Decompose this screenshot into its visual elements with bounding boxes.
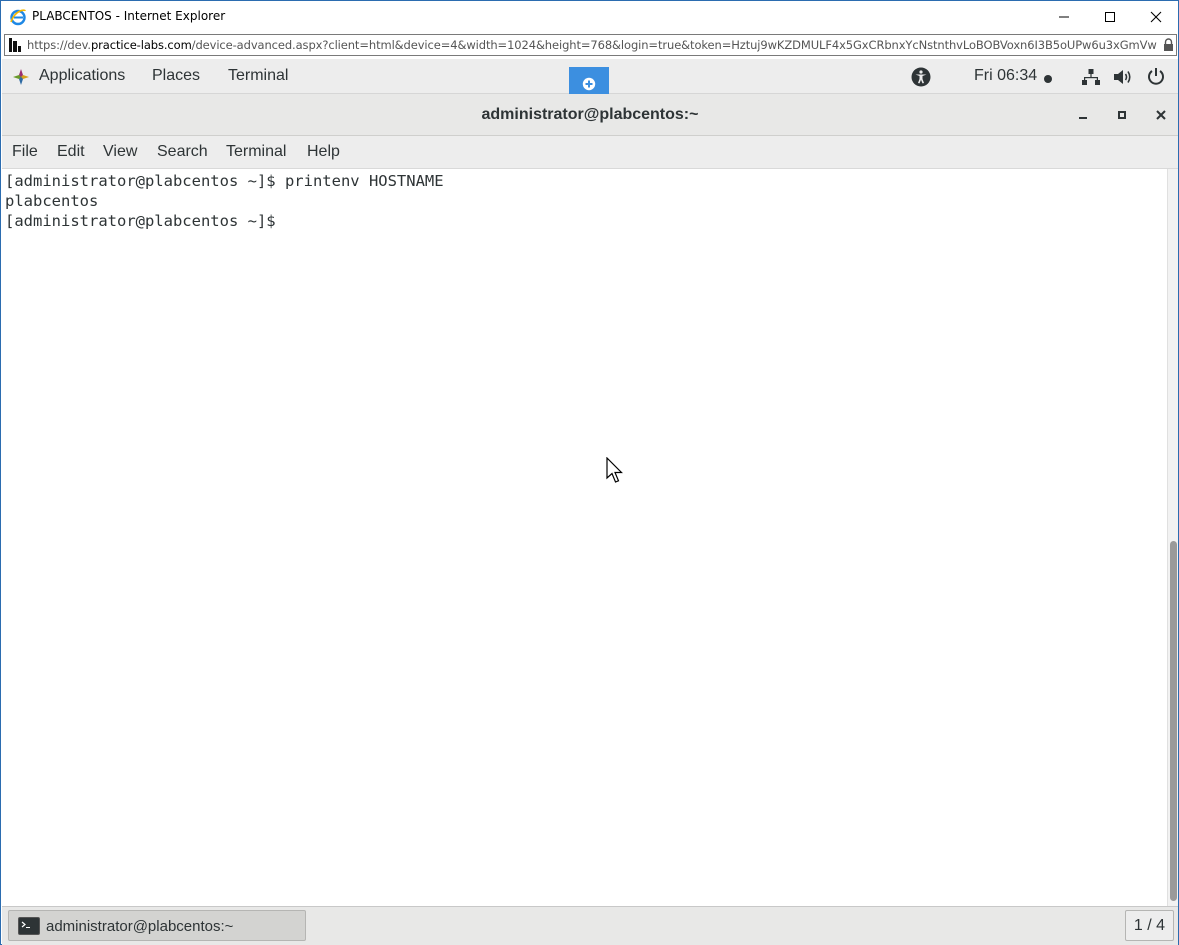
workspace-indicator[interactable]: 1 / 4 [1125,910,1174,941]
terminal-output-area[interactable]: [administrator@plabcentos ~]$ printenv H… [2,169,1167,906]
window-title: PLABCENTOS - Internet Explorer [32,9,226,23]
terminal-menu-bar: File Edit View Search Terminal Help [2,136,1178,169]
power-icon[interactable] [1147,67,1165,85]
network-wired-icon[interactable] [1082,68,1100,86]
mouse-pointer-icon [606,457,623,483]
terminal-maximize-button[interactable] [1111,104,1133,126]
menu-help[interactable]: Help [307,143,340,161]
minimize-icon [1059,16,1069,17]
volume-icon[interactable] [1113,68,1133,86]
menu-search[interactable]: Search [157,143,208,161]
gnome-window-list: administrator@plabcentos:~ 1 / 4 [2,906,1178,945]
site-favicon-icon [9,38,21,52]
url-prefix: https://dev. [27,38,91,52]
terminal-prompt-line: [administrator@plabcentos ~]$ [5,212,285,230]
scrollbar-thumb[interactable] [1170,541,1177,901]
terminal-icon [18,917,40,935]
close-icon [1150,11,1162,22]
places-menu[interactable]: Places [152,67,200,85]
applications-menu[interactable]: Applications [39,67,125,85]
menu-view[interactable]: View [103,143,137,161]
taskbar-window-button[interactable]: administrator@plabcentos:~ [8,910,306,941]
maximize-button[interactable] [1087,1,1133,32]
ie-titlebar: PLABCENTOS - Internet Explorer [1,1,1178,32]
close-button[interactable] [1133,1,1179,32]
accessibility-icon[interactable] [911,67,931,87]
terminal-close-button[interactable] [1150,104,1172,126]
internet-explorer-icon [10,9,26,26]
terminal-line: [administrator@plabcentos ~]$ printenv H… [5,172,444,190]
clock[interactable]: Fri 06:34 [974,67,1037,85]
terminal-app-menu[interactable]: Terminal [228,67,288,85]
url-path: /device-advanced.aspx?client=html&device… [191,38,1157,52]
lock-icon[interactable] [1163,38,1174,52]
terminal-minimize-button[interactable] [1072,104,1094,126]
minimize-button[interactable] [1041,1,1087,32]
plus-circle-icon [582,77,596,91]
url-domain: practice-labs.com [90,38,192,52]
minimize-icon [1079,117,1087,119]
gnome-top-bar: Applications Places Terminal Fri 06:34 [2,59,1178,101]
terminal-header-bar: administrator@plabcentos:~ [2,94,1178,136]
terminal-scrollbar[interactable] [1167,169,1178,906]
menu-file[interactable]: File [12,143,38,161]
address-bar[interactable]: https://dev.practice-labs.com/device-adv… [4,34,1177,56]
maximize-icon [1105,11,1115,22]
applications-menu-icon [13,69,29,85]
close-icon [1156,110,1166,120]
url-text[interactable]: https://dev.practice-labs.com/device-adv… [27,38,1157,52]
notification-dot [1044,75,1052,83]
menu-edit[interactable]: Edit [57,143,85,161]
maximize-icon [1118,111,1126,119]
ie-window: PLABCENTOS - Internet Explorer https://d… [0,0,1179,945]
terminal-window-title: administrator@plabcentos:~ [481,106,699,123]
menu-terminal[interactable]: Terminal [226,143,286,161]
terminal-line: plabcentos [5,192,99,210]
taskbar-window-label: administrator@plabcentos:~ [46,918,234,935]
